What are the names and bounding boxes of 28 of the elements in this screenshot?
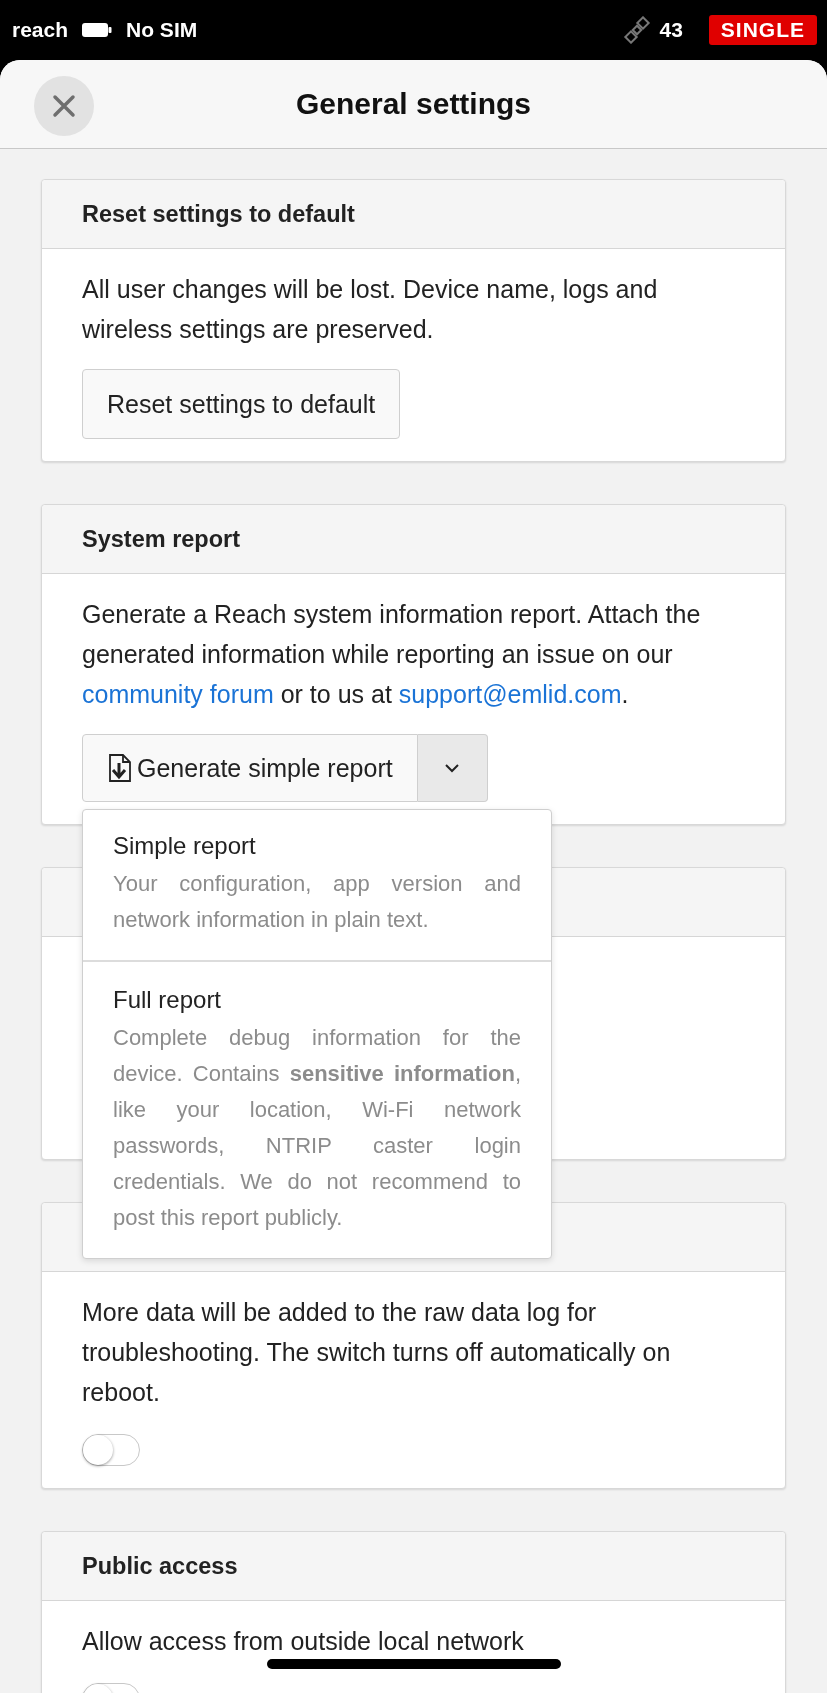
- card-description: All user changes will be lost. Device name, logs and wireless settings are preserved.: [82, 274, 659, 345]
- text-link[interactable]: support@emlid.com: [398, 680, 622, 708]
- card-description: More data will be added to the raw data log for troubleshooting. The switch turns off automatically on reboot.: [82, 1297, 672, 1408]
- download-file-icon: [107, 753, 133, 783]
- card-title: Reset settings to default: [82, 200, 355, 228]
- menu-item-title: Simple report: [113, 832, 257, 860]
- card-title: System report: [82, 525, 241, 553]
- generate-report-button[interactable]: Generate simple report: [82, 734, 418, 802]
- satellite-icon: [623, 16, 652, 44]
- card-title: Public access: [82, 1552, 238, 1580]
- device-name: reach: [12, 18, 69, 42]
- menu-item-description: Your configuration, app version and network information in plain text.: [113, 870, 521, 934]
- network-status: No SIM: [126, 18, 198, 42]
- card-description: Generate a Reach system information report. Attach the generated information while reporting an issue on our community forum or to us at support@emlid.com.: [82, 599, 702, 710]
- battery-icon: [82, 22, 113, 38]
- close-icon: [52, 94, 76, 118]
- caret-icon: [444, 763, 461, 773]
- menu-item-title: Full report: [113, 986, 223, 1014]
- reset-button[interactable]: Reset settings to default: [82, 369, 401, 439]
- page-title: General settings: [295, 87, 532, 121]
- satellite-count: 43: [659, 18, 683, 42]
- menu-item-description: Complete debug information for the device. Contains sensitive information, like your location, Wi-Fi network passwords, NTRIP caster login credentials. We do not recommend to post this report publicly.: [113, 1024, 521, 1232]
- card-description: Allow access from outside local network: [82, 1626, 525, 1657]
- toggle-switch[interactable]: [82, 1434, 140, 1466]
- dropdown-toggle[interactable]: [417, 734, 488, 802]
- menu-item[interactable]: Simple report Your configuration, app version and network information in plain text.: [83, 810, 551, 960]
- text-link[interactable]: community forum: [82, 680, 274, 708]
- solution-status-badge: SINGLE: [708, 15, 817, 45]
